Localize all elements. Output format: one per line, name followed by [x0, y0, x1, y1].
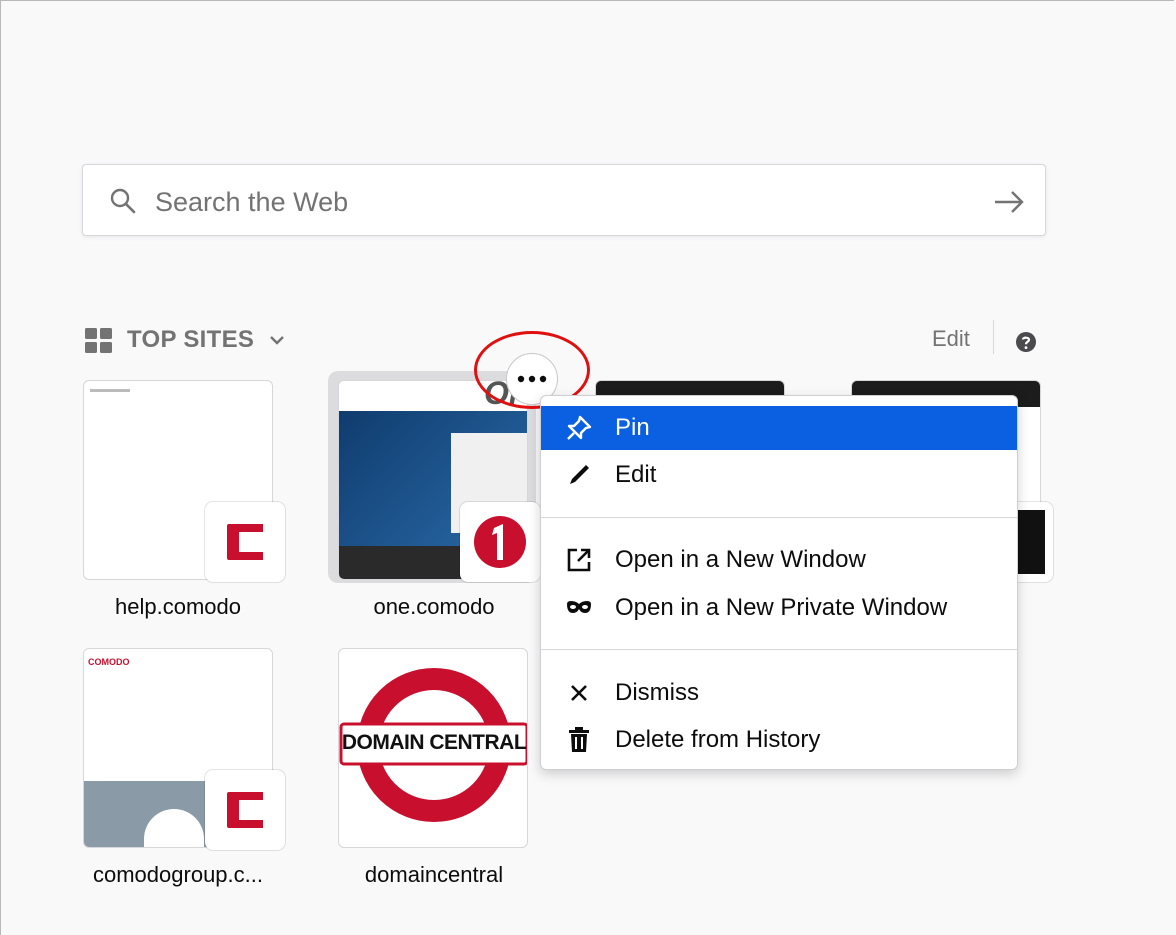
top-sites-header[interactable]: TOP SITES	[84, 322, 286, 358]
divider	[993, 320, 994, 354]
top-site-tile[interactable]: Oi	[338, 380, 540, 582]
pencil-icon	[565, 461, 593, 489]
search-icon	[110, 188, 136, 214]
menu-item-label: Dismiss	[615, 679, 699, 706]
site-favicon	[205, 770, 285, 850]
comodo-c-logo	[227, 792, 263, 828]
tile-label[interactable]: help.comodo	[58, 594, 298, 620]
menu-item-open-new-window[interactable]: Open in a New Window	[541, 538, 1017, 582]
domain-central-text: DOMAIN CENTRAL	[341, 731, 527, 754]
private-mask-icon	[565, 594, 593, 622]
menu-item-label: Delete from History	[615, 726, 821, 753]
new-window-icon	[565, 546, 593, 574]
close-icon	[565, 679, 593, 707]
search-input[interactable]	[153, 183, 977, 221]
grid-icon	[85, 328, 112, 353]
site-favicon	[460, 502, 540, 582]
top-site-tile[interactable]: DOMAIN CENTRAL	[338, 648, 528, 848]
menu-separator	[541, 649, 1017, 650]
menu-item-label: Pin	[615, 414, 650, 441]
help-icon[interactable]	[1015, 331, 1037, 353]
comodo-one-logo	[474, 516, 526, 568]
chevron-down-icon[interactable]	[268, 331, 286, 349]
menu-item-edit[interactable]: Edit	[541, 453, 1017, 497]
menu-item-open-private-window[interactable]: Open in a New Private Window	[541, 586, 1017, 630]
trash-icon	[565, 726, 593, 754]
menu-item-label: Open in a New Window	[615, 546, 866, 573]
tile-thumbnail: DOMAIN CENTRAL	[338, 648, 528, 848]
menu-item-label: Edit	[615, 461, 657, 488]
menu-separator	[541, 517, 1017, 518]
pin-icon	[565, 414, 593, 442]
tile-label[interactable]: comodogroup.c...	[58, 862, 298, 888]
menu-item-label: Open in a New Private Window	[615, 594, 948, 621]
section-title: TOP SITES	[127, 326, 255, 353]
comodo-c-logo	[227, 524, 263, 560]
ellipsis-icon	[517, 375, 547, 383]
tile-label[interactable]: one.comodo	[314, 594, 554, 620]
menu-item-dismiss[interactable]: Dismiss	[541, 671, 1017, 715]
tile-label[interactable]: domaincentral	[314, 862, 554, 888]
menu-item-delete-history[interactable]: Delete from History	[541, 718, 1017, 762]
context-menu: Pin Edit Open in a New Window Open in a …	[540, 395, 1018, 770]
edit-top-sites-button[interactable]: Edit	[932, 326, 970, 352]
top-site-tile[interactable]: COMODO	[83, 648, 285, 850]
search-bar[interactable]	[82, 164, 1046, 236]
top-site-tile[interactable]	[83, 380, 285, 582]
site-favicon	[205, 502, 285, 582]
menu-item-pin[interactable]: Pin	[541, 406, 1017, 450]
arrow-right-icon[interactable]	[991, 187, 1027, 217]
